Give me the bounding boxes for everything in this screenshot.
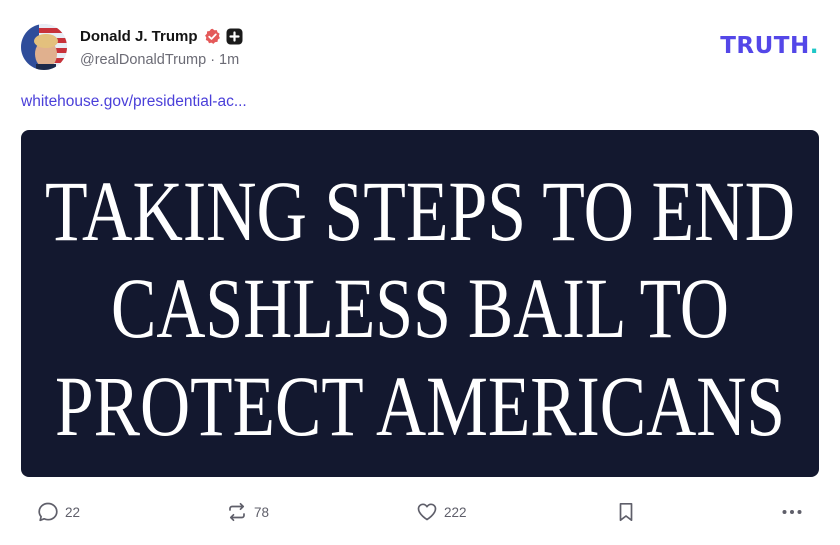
reply-count: 22 <box>65 504 81 520</box>
handle-row: @realDonaldTrump · 1m <box>80 52 239 68</box>
avatar[interactable] <box>21 24 67 70</box>
like-count: 222 <box>444 504 467 520</box>
media-line-3: PROTECT AMERICANS <box>55 358 785 454</box>
like-button[interactable]: 222 <box>416 496 467 528</box>
name-row: Donald J. Trump <box>80 26 243 46</box>
post-actions: 22 78 222 <box>0 496 840 528</box>
separator-dot: · <box>210 52 216 68</box>
truth-logo[interactable]: TRUTH. <box>720 35 819 58</box>
post-time[interactable]: 1m <box>219 52 239 68</box>
more-icon <box>782 510 802 514</box>
post-link[interactable]: whitehouse.gov/presidential-ac... <box>21 93 247 111</box>
user-handle[interactable]: @realDonaldTrump <box>80 52 206 68</box>
retruth-button[interactable]: 78 <box>226 496 269 528</box>
more-options-button[interactable] <box>780 496 804 528</box>
plus-badge-icon <box>226 28 243 45</box>
logo-dot: . <box>809 33 819 59</box>
bookmark-icon <box>619 502 633 522</box>
heart-icon <box>417 503 437 521</box>
media-line-2: CASHLESS BAIL TO <box>111 260 729 356</box>
reply-button[interactable]: 22 <box>37 496 80 528</box>
post-media-image[interactable]: TAKING STEPS TO END CASHLESS BAIL TO PRO… <box>21 130 819 477</box>
reply-icon <box>38 502 58 522</box>
post-header: Donald J. Trump @realDonaldTrump · 1m <box>21 24 821 74</box>
verified-badge-icon <box>204 28 221 45</box>
bookmark-button[interactable] <box>616 496 636 528</box>
logo-text: TRUTH <box>720 33 810 59</box>
media-line-1: TAKING STEPS TO END <box>45 163 795 259</box>
retruth-icon <box>229 502 245 522</box>
display-name[interactable]: Donald J. Trump <box>80 28 198 45</box>
retruth-count: 78 <box>254 504 270 520</box>
